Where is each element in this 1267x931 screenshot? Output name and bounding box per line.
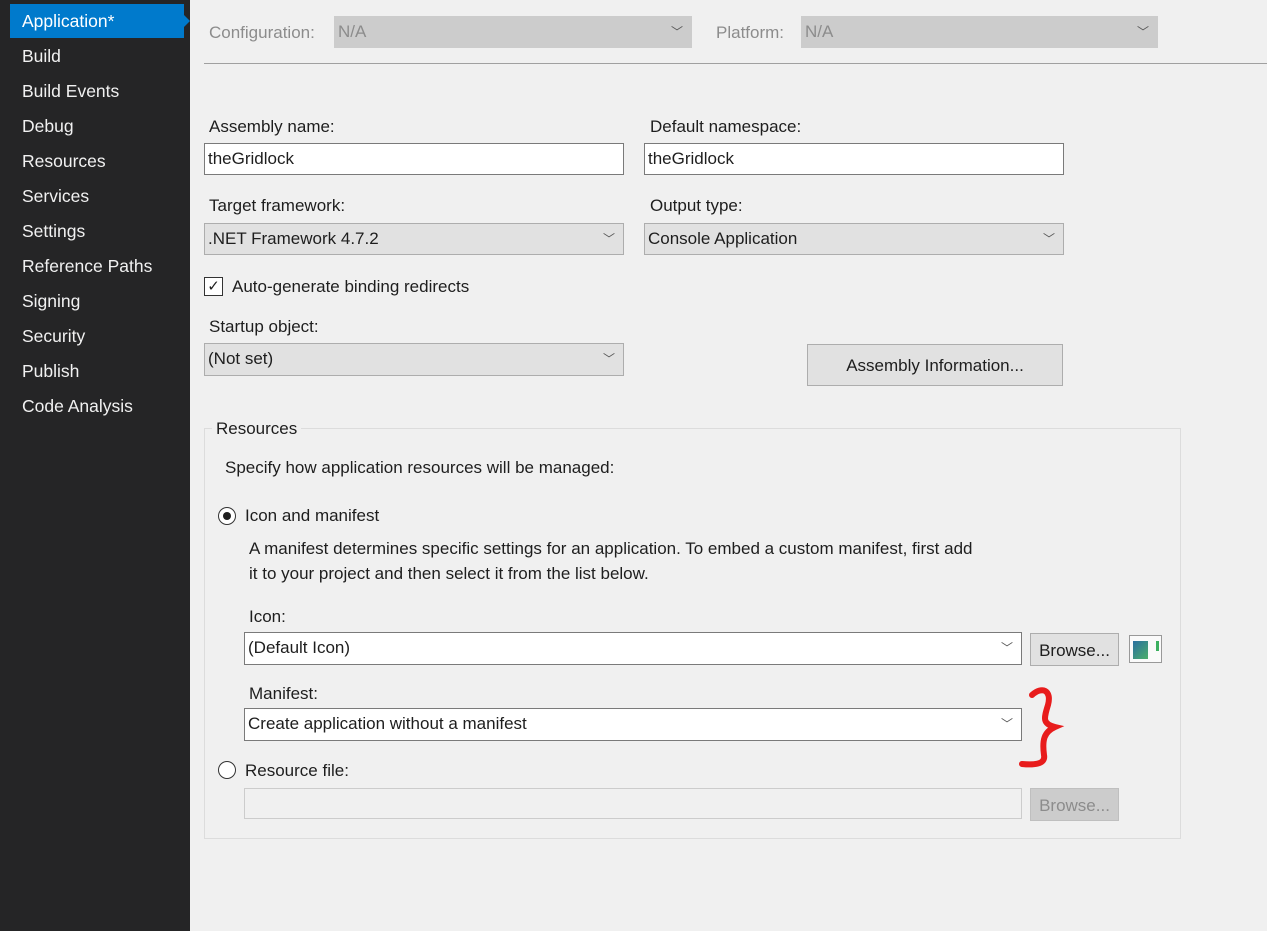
assembly-name-label: Assembly name: xyxy=(209,117,335,136)
startup-object-value: (Not set) xyxy=(208,349,274,368)
resource-file-label[interactable]: Resource file: xyxy=(245,761,349,781)
chevron-down-icon: ﹀ xyxy=(1000,641,1013,655)
icon-value: (Default Icon) xyxy=(248,638,351,657)
platform-value: N/A xyxy=(805,22,834,41)
icon-label: Icon: xyxy=(249,607,286,626)
icon-select[interactable]: (Default Icon) ﹀ xyxy=(244,632,1022,665)
sidebar-item-signing[interactable]: Signing xyxy=(10,284,184,318)
resources-group-title: Resources xyxy=(212,419,302,439)
output-type-select[interactable]: Console Application ﹀ xyxy=(644,223,1064,255)
configuration-value: N/A xyxy=(338,22,367,41)
target-framework-value: .NET Framework 4.7.2 xyxy=(208,229,379,248)
manifest-label: Manifest: xyxy=(249,684,318,703)
default-icon-image xyxy=(1133,641,1148,659)
checkmark-icon: ✓ xyxy=(207,278,220,295)
sidebar-item-code-analysis[interactable]: Code Analysis xyxy=(10,389,184,423)
sidebar-item-publish[interactable]: Publish xyxy=(10,354,184,388)
icon-preview xyxy=(1129,635,1162,663)
chevron-down-icon: ﹀ xyxy=(602,352,615,366)
manifest-help-line2: it to your project and then select it fr… xyxy=(249,564,649,583)
icon-browse-button[interactable]: Browse... xyxy=(1030,633,1119,666)
platform-label: Platform: xyxy=(716,23,785,42)
chevron-down-icon: ﹀ xyxy=(1136,25,1149,39)
default-namespace-label: Default namespace: xyxy=(650,117,802,136)
sidebar-item-build[interactable]: Build xyxy=(10,39,184,73)
sidebar-item-build-events[interactable]: Build Events xyxy=(10,74,184,108)
sidebar-item-reference-paths[interactable]: Reference Paths xyxy=(10,249,184,283)
sidebar-item-settings[interactable]: Settings xyxy=(10,214,184,248)
resource-browse-button[interactable]: Browse... xyxy=(1030,788,1119,821)
platform-select[interactable]: N/A ﹀ xyxy=(801,16,1158,48)
sidebar-item-debug[interactable]: Debug xyxy=(10,109,184,143)
sidebar-item-services[interactable]: Services xyxy=(10,179,184,213)
target-framework-select[interactable]: .NET Framework 4.7.2 ﹀ xyxy=(204,223,624,255)
chevron-down-icon: ﹀ xyxy=(602,232,615,246)
resource-file-input[interactable] xyxy=(244,788,1022,819)
chevron-down-icon: ﹀ xyxy=(1042,232,1055,246)
sidebar-item-resources[interactable]: Resources xyxy=(10,144,184,178)
sidebar-item-application[interactable]: Application* xyxy=(10,4,190,38)
auto-binding-checkbox[interactable]: ✓ xyxy=(204,277,223,296)
sidebar: Application* Build Build Events Debug Re… xyxy=(0,0,190,931)
assembly-information-button[interactable]: Assembly Information... xyxy=(807,344,1063,386)
assembly-name-input[interactable]: theGridlock xyxy=(204,143,624,175)
target-framework-label: Target framework: xyxy=(209,196,346,215)
default-namespace-input[interactable]: theGridlock xyxy=(644,143,1064,175)
resources-description: Specify how application resources will b… xyxy=(225,458,615,477)
output-type-value: Console Application xyxy=(648,229,798,248)
sidebar-item-security[interactable]: Security xyxy=(10,319,184,353)
manifest-value: Create application without a manifest xyxy=(248,714,527,733)
resource-file-radio[interactable] xyxy=(218,761,236,779)
auto-binding-label[interactable]: Auto-generate binding redirects xyxy=(232,277,469,297)
manifest-help-line1: A manifest determines specific settings … xyxy=(249,539,973,558)
output-type-label: Output type: xyxy=(650,196,743,215)
icon-accent xyxy=(1156,641,1159,651)
startup-object-select[interactable]: (Not set) ﹀ xyxy=(204,343,624,376)
icon-manifest-radio[interactable] xyxy=(218,507,236,525)
divider xyxy=(204,63,1267,64)
configuration-select[interactable]: N/A ﹀ xyxy=(334,16,692,48)
icon-manifest-label[interactable]: Icon and manifest xyxy=(245,506,379,526)
red-brace-annotation xyxy=(1019,687,1065,768)
configuration-label: Configuration: xyxy=(209,23,315,42)
startup-object-label: Startup object: xyxy=(209,317,319,336)
chevron-down-icon: ﹀ xyxy=(670,25,683,39)
manifest-select[interactable]: Create application without a manifest ﹀ xyxy=(244,708,1022,741)
